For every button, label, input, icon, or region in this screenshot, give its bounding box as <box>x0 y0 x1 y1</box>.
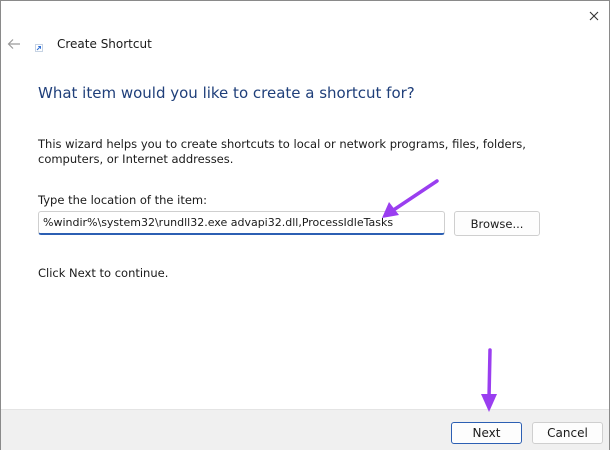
cancel-button[interactable]: Cancel <box>532 422 603 444</box>
back-arrow-icon <box>7 39 20 49</box>
create-shortcut-window: Create Shortcut What item would you like… <box>0 0 610 450</box>
wizard-description: This wizard helps you to create shortcut… <box>38 137 526 166</box>
browse-button[interactable]: Browse... <box>454 211 540 236</box>
window-title: Create Shortcut <box>57 37 152 51</box>
continue-instruction: Click Next to continue. <box>38 266 169 280</box>
shortcut-icon <box>35 44 43 52</box>
wizard-heading: What item would you like to create a sho… <box>38 84 415 102</box>
location-input[interactable] <box>38 211 445 235</box>
next-button[interactable]: Next <box>451 422 522 444</box>
wizard-footer: Next Cancel <box>1 409 609 450</box>
location-label: Type the location of the item: <box>38 193 208 207</box>
close-icon <box>589 11 599 21</box>
close-button[interactable] <box>579 2 609 30</box>
back-button[interactable] <box>4 35 24 53</box>
